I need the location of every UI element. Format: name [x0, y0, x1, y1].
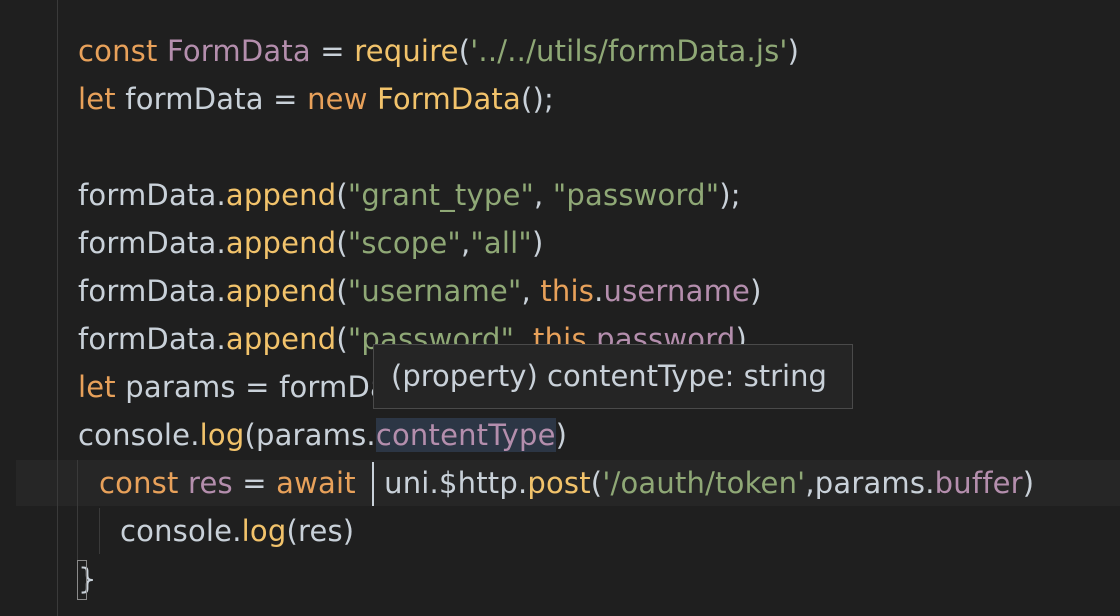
code-token: const [78, 34, 167, 68]
code-token: console. [120, 514, 242, 548]
code-token: append [225, 274, 337, 308]
indent-guide [99, 508, 100, 554]
code-token: ( [336, 178, 348, 212]
code-token: let [78, 370, 126, 404]
code-token: log [241, 514, 287, 548]
code-token: formData. [78, 226, 226, 260]
code-token: FormData [377, 82, 521, 116]
code-token: this [540, 274, 595, 308]
code-token: const [99, 466, 188, 500]
code-token: post [527, 466, 591, 500]
code-token: let [78, 82, 126, 116]
code-token: ) [750, 274, 762, 308]
code-token: res [187, 466, 233, 500]
code-line[interactable]: console.log(params.contentType) [78, 411, 567, 459]
bracket-match-highlight [77, 560, 87, 600]
hover-kind: (property) [391, 359, 538, 393]
code-token: "username" [347, 274, 522, 308]
code-token: , [534, 178, 553, 212]
code-token: = [232, 466, 277, 500]
code-token: FormData [166, 34, 311, 68]
hover-type: string [743, 359, 827, 393]
code-line[interactable]: formData.append("grant_type", "password"… [78, 171, 741, 219]
code-editor[interactable]: const FormData = require('../../utils/fo… [0, 0, 1120, 616]
code-token: ( [590, 466, 603, 500]
code-token: buffer [934, 466, 1023, 500]
code-token: new [307, 82, 378, 116]
code-line[interactable]: const FormData = require('../../utils/fo… [78, 27, 799, 75]
code-token: append [225, 178, 337, 212]
code-token: username [603, 274, 751, 308]
code-token: contentType [375, 418, 556, 452]
code-token: "password" [552, 178, 720, 212]
indent-guide [57, 0, 58, 616]
code-token: = [310, 34, 355, 68]
code-token: ) [531, 226, 544, 260]
code-token: ( [336, 226, 348, 260]
code-line[interactable]: const res = await uni.$http.post('/oauth… [99, 459, 1034, 507]
code-token: , [521, 274, 541, 308]
code-token: "scope" [347, 226, 461, 260]
code-token: ,params. [805, 466, 935, 500]
code-line[interactable]: formData.append("scope","all") [78, 219, 543, 267]
code-token: ( [458, 34, 471, 68]
code-line[interactable]: console.log(res) [120, 507, 354, 555]
code-token: uni.$http. [384, 466, 528, 500]
code-line[interactable]: let params = formData [78, 363, 418, 411]
text-cursor [372, 462, 374, 506]
code-token: "grant_type" [347, 178, 535, 212]
code-token: append [225, 226, 337, 260]
code-token: "all" [470, 226, 532, 260]
code-token: '../../utils/formData.js' [470, 34, 788, 68]
code-line[interactable]: formData.append("username", this.usernam… [78, 267, 762, 315]
code-token: ); [719, 178, 741, 212]
hover-name: contentType [547, 359, 725, 393]
code-token: append [225, 322, 337, 356]
hover-tooltip: (property) contentType: string [373, 344, 853, 409]
code-token: '/oauth/token' [602, 466, 806, 500]
code-token: formData. [78, 178, 226, 212]
code-token: await [276, 466, 356, 500]
hover-separator: : [724, 359, 735, 393]
code-token: ( [336, 274, 348, 308]
code-token: (params. [244, 418, 376, 452]
code-token: log [199, 418, 245, 452]
code-token: formData = [125, 82, 308, 116]
code-token: (res) [286, 514, 355, 548]
code-token: formData. [78, 274, 226, 308]
code-token: ) [555, 418, 568, 452]
code-token: ) [1022, 466, 1035, 500]
code-token: ( [336, 322, 348, 356]
code-token: formData. [78, 322, 226, 356]
indent-guide [77, 460, 78, 570]
code-token: , [460, 226, 471, 260]
code-token: ) [787, 34, 800, 68]
code-line[interactable]: let formData = new FormData(); [78, 75, 554, 123]
code-token: console. [78, 418, 200, 452]
code-token: (); [520, 82, 554, 116]
code-token: require [354, 34, 459, 68]
